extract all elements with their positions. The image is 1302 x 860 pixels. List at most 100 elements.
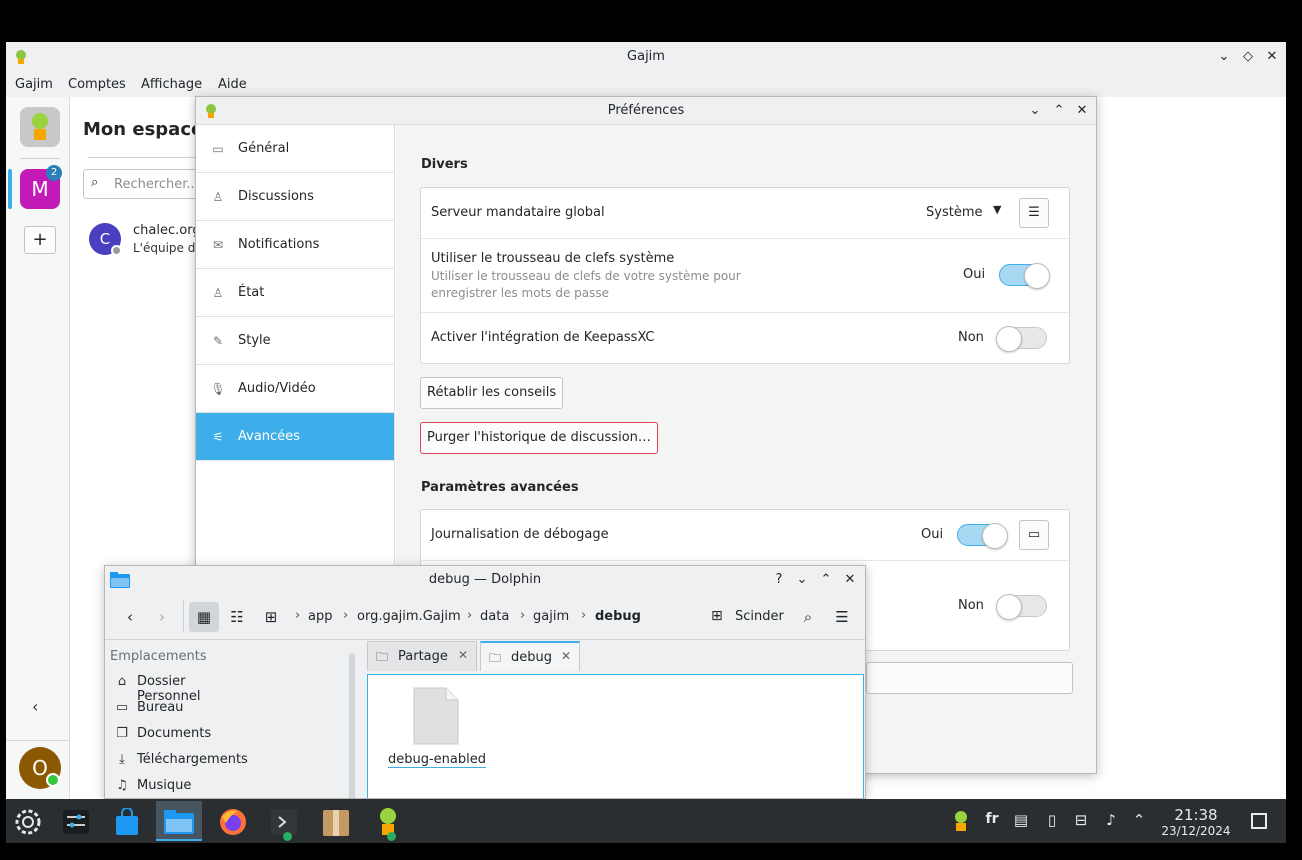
- sidebar-item-label: Discussions: [238, 189, 314, 204]
- volume-icon[interactable]: ♪: [1100, 811, 1122, 829]
- keyboard-layout-indicator[interactable]: fr: [981, 811, 1003, 827]
- menu-aide[interactable]: Aide: [218, 77, 247, 92]
- tab-partage[interactable]: 🗀 Partage ✕: [367, 641, 477, 671]
- keyring-toggle[interactable]: [999, 263, 1050, 289]
- gajim-tray-icon[interactable]: [952, 810, 970, 832]
- discover-task[interactable]: [103, 801, 149, 841]
- add-workspace-button[interactable]: +: [24, 226, 56, 254]
- close-button[interactable]: ✕: [1074, 103, 1090, 119]
- contact-last-message: L'équipe du: [133, 241, 203, 255]
- sidebar-item-general[interactable]: ▭ Général: [196, 125, 394, 173]
- archive-task[interactable]: [313, 801, 359, 841]
- dolphin-task[interactable]: [156, 801, 202, 841]
- file-item[interactable]: debug-enabled: [386, 685, 487, 775]
- tab-debug[interactable]: 🗀 debug ✕: [480, 641, 580, 671]
- sidebar-item-notifications[interactable]: ✉ Notifications: [196, 221, 394, 269]
- gajim-task[interactable]: [365, 801, 411, 841]
- show-desktop-icon[interactable]: [1251, 813, 1267, 829]
- maximize-button[interactable]: ◇: [1240, 49, 1256, 65]
- sidebar-item-label: Audio/Vidéo: [238, 381, 316, 396]
- unread-badge: 2: [46, 165, 62, 181]
- hamburger-menu-button[interactable]: ☰: [827, 602, 857, 632]
- sidebar-item-label: Notifications: [238, 237, 320, 252]
- dolphin-toolbar: ‹ › ▦ ☷ ⊞ › app › org.gajim.Gajim › data…: [105, 594, 865, 640]
- search-icon: ⌕: [91, 175, 99, 190]
- back-button[interactable]: ‹: [115, 602, 145, 632]
- network-icon[interactable]: ⊟: [1070, 811, 1092, 829]
- proxy-select-value: Système: [926, 205, 983, 220]
- breadcrumb-debug[interactable]: debug: [595, 609, 641, 624]
- application-launcher-button[interactable]: [6, 801, 52, 841]
- sidebar-item-avancees[interactable]: ⚟ Avancées: [196, 413, 394, 461]
- gajim-titlebar[interactable]: Gajim ⌄ ◇ ✕: [6, 42, 1286, 72]
- terminal-task[interactable]: [261, 801, 307, 841]
- keepass-toggle[interactable]: [996, 326, 1047, 352]
- help-button[interactable]: ?: [771, 572, 787, 588]
- sidebar-item-discussions[interactable]: ♙ Discussions: [196, 173, 394, 221]
- package-icon: [323, 810, 349, 836]
- keyring-description-1: Utiliser le trousseau de clefs de votre …: [431, 269, 741, 283]
- dropdown-arrow-icon: ▼: [993, 203, 1002, 216]
- sidebar-item-audio-video[interactable]: 🎙 Audio/Vidéo: [196, 365, 394, 413]
- sidebar-bottom-divider: [6, 740, 70, 741]
- preferences-titlebar[interactable]: Préférences ⌄ ⌃ ✕: [196, 97, 1096, 125]
- menu-affichage[interactable]: Affichage: [141, 77, 202, 92]
- place-label: Documents: [137, 726, 212, 741]
- sidebar-item-style[interactable]: ✎ Style: [196, 317, 394, 365]
- keepass-row: Activer l'intégration de KeepassXC Non: [421, 313, 1069, 364]
- chat-list-item[interactable]: C chalec.org L'équipe du: [71, 215, 203, 261]
- misc-settings-card: Serveur mandataire global Système ▼ ☰ Ut…: [420, 187, 1070, 364]
- maximize-button[interactable]: ⌃: [818, 572, 834, 588]
- places-scrollbar[interactable]: [349, 653, 355, 798]
- dolphin-titlebar[interactable]: debug — Dolphin ? ⌄ ⌃ ✕: [105, 566, 865, 594]
- tab-label: debug: [511, 650, 552, 665]
- minimize-button[interactable]: ⌄: [794, 572, 810, 588]
- clock-time: 21:38: [1174, 806, 1218, 824]
- proxy-select[interactable]: Système ▼: [921, 203, 1011, 225]
- system-settings-task[interactable]: [53, 801, 99, 841]
- details-view-button[interactable]: ⊞: [256, 602, 286, 632]
- sliders-icon: ☰: [1028, 205, 1040, 220]
- breadcrumb-data[interactable]: data: [480, 609, 509, 624]
- icons-view-button[interactable]: ▦: [189, 602, 219, 632]
- proxy-settings-button[interactable]: ☰: [1019, 198, 1049, 228]
- compact-view-button[interactable]: ☷: [222, 602, 252, 632]
- firefox-task[interactable]: [209, 801, 255, 841]
- menu-comptes[interactable]: Comptes: [68, 77, 126, 92]
- shopping-bag-icon: [116, 808, 138, 835]
- advanced-row-2-toggle[interactable]: [996, 594, 1047, 620]
- maximize-button[interactable]: ⌃: [1051, 103, 1067, 119]
- close-tab-icon[interactable]: ✕: [561, 649, 571, 663]
- firefox-icon: [220, 809, 246, 835]
- split-view-button[interactable]: ⊞ Scinder: [709, 602, 789, 632]
- purge-history-button[interactable]: Purger l'historique de discussion…: [420, 422, 658, 454]
- breadcrumb-org-gajim[interactable]: org.gajim.Gajim: [357, 609, 461, 624]
- reset-hints-button[interactable]: Rétablir les conseils: [420, 377, 564, 409]
- breadcrumb-app[interactable]: app: [308, 609, 332, 624]
- breadcrumb-gajim[interactable]: gajim: [533, 609, 569, 624]
- minimize-button[interactable]: ⌄: [1216, 49, 1232, 65]
- forward-button[interactable]: ›: [147, 602, 177, 632]
- close-button[interactable]: ✕: [842, 572, 858, 588]
- sliders-icon: ⚟: [212, 430, 224, 444]
- debug-toggle[interactable]: [957, 523, 1008, 549]
- workspace-home-button[interactable]: [20, 107, 60, 147]
- menu-gajim[interactable]: Gajim: [15, 77, 53, 92]
- usb-device-icon[interactable]: ▯: [1041, 811, 1063, 829]
- place-label: Musique: [137, 778, 192, 793]
- minimize-button[interactable]: ⌄: [1027, 103, 1043, 119]
- tray-expand-icon[interactable]: ⌃: [1128, 811, 1150, 829]
- advanced-config-button[interactable]: [866, 662, 1073, 694]
- search-input[interactable]: ⌕ Rechercher...: [83, 169, 199, 199]
- person-icon: ♙: [212, 190, 224, 204]
- proxy-row: Serveur mandataire global Système ▼ ☰: [421, 188, 1069, 239]
- sidebar-item-etat[interactable]: ♙ État: [196, 269, 394, 317]
- open-debug-folder-button[interactable]: ▭: [1019, 520, 1049, 550]
- tab-label: Partage: [398, 649, 448, 664]
- clock[interactable]: 21:38 23/12/2024: [1156, 806, 1236, 838]
- collapse-chevron-icon[interactable]: ‹: [32, 697, 38, 716]
- close-tab-icon[interactable]: ✕: [458, 648, 468, 662]
- search-button[interactable]: ⌕: [793, 602, 823, 632]
- clipboard-icon[interactable]: ▤: [1010, 811, 1032, 829]
- close-button[interactable]: ✕: [1264, 49, 1280, 65]
